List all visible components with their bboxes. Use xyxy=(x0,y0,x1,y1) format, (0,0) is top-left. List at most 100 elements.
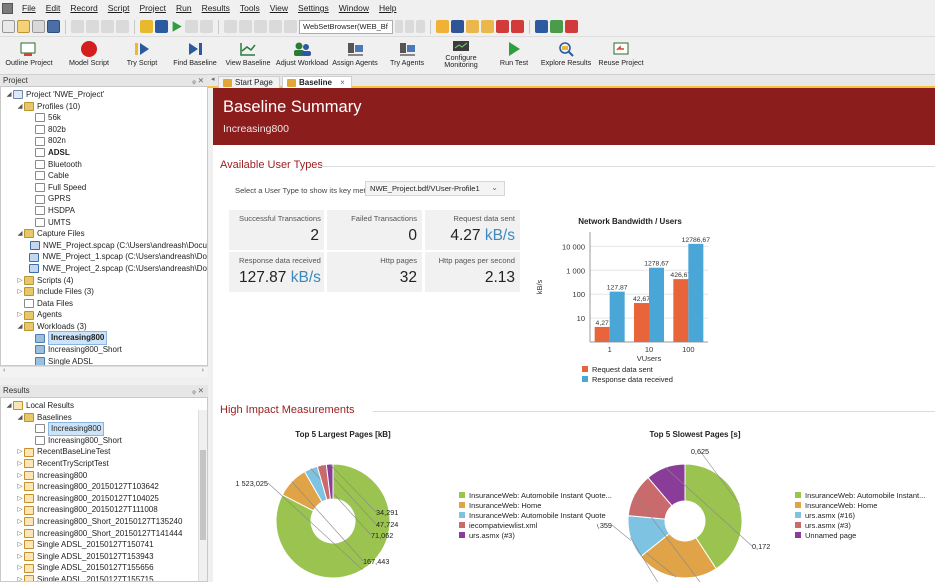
try-agents-button[interactable]: Try Agents xyxy=(386,39,428,67)
horizontal-scrollbar[interactable]: ‹ › xyxy=(0,366,208,377)
clipboard-icon[interactable] xyxy=(254,20,267,33)
tree-item[interactable]: HSDPA xyxy=(1,205,207,217)
tree-item[interactable]: ▷ Increasing800_20150127T103642 xyxy=(1,481,207,493)
tab-scroll-left-icon[interactable]: ◂ xyxy=(211,75,215,83)
find-baseline-button[interactable]: Find Baseline xyxy=(172,39,218,67)
arrow-left-icon[interactable] xyxy=(416,20,425,33)
tree-item[interactable]: ▷ Single ADSL_20150127T150741 xyxy=(1,539,207,551)
outline-project-button[interactable]: Outline Project xyxy=(2,39,56,67)
collapsed-twisty-icon[interactable]: ▷ xyxy=(16,504,24,516)
collapsed-twisty-icon[interactable]: ▷ xyxy=(16,275,24,287)
menu-settings[interactable]: Settings xyxy=(293,0,334,17)
expanded-twisty-icon[interactable]: ◢ xyxy=(5,89,13,101)
collapsed-twisty-icon[interactable]: ▷ xyxy=(16,493,24,505)
results-icon[interactable] xyxy=(436,20,449,33)
menu-file[interactable]: File xyxy=(17,0,41,17)
adjust-workload-button[interactable]: Adjust Workload xyxy=(276,39,328,67)
report-icon[interactable] xyxy=(451,20,464,33)
tree-item[interactable]: ▷ RecentBaseLineTest xyxy=(1,446,207,458)
collapsed-twisty-icon[interactable]: ▷ xyxy=(16,551,24,563)
collapsed-twisty-icon[interactable]: ▷ xyxy=(16,286,24,298)
copy-icon[interactable] xyxy=(86,20,99,33)
collapsed-twisty-icon[interactable]: ▷ xyxy=(16,574,24,581)
tree-item[interactable]: ▷ Agents xyxy=(1,309,207,321)
configure-monitoring-button[interactable]: Configure Monitoring xyxy=(440,39,482,68)
menu-edit[interactable]: Edit xyxy=(41,0,66,17)
tree-item[interactable]: ▷ Increasing800_20150127T104025 xyxy=(1,493,207,505)
tree-item[interactable]: 56k xyxy=(1,112,207,124)
reuse-project-button[interactable]: Reuse Project xyxy=(597,39,645,67)
agent-config-icon[interactable] xyxy=(565,20,578,33)
collapsed-twisty-icon[interactable]: ▷ xyxy=(16,470,24,482)
undo-icon[interactable] xyxy=(224,20,237,33)
menu-record[interactable]: Record xyxy=(65,0,102,17)
cut-icon[interactable] xyxy=(200,20,213,33)
menu-window[interactable]: Window xyxy=(334,0,374,17)
new-project-icon[interactable] xyxy=(32,20,45,33)
collapsed-twisty-icon[interactable]: ▷ xyxy=(16,309,24,321)
menu-run[interactable]: Run xyxy=(171,0,197,17)
tree-item[interactable]: Increasing800 xyxy=(1,422,207,436)
tree-item[interactable]: ▷ Increasing800_20150127T111008 xyxy=(1,504,207,516)
tab-start-page[interactable]: Start Page xyxy=(218,76,280,88)
collapsed-twisty-icon[interactable]: ▷ xyxy=(16,481,24,493)
expanded-twisty-icon[interactable]: ◢ xyxy=(5,400,13,412)
tree-item[interactable]: ◢ Project 'NWE_Project' xyxy=(1,89,207,101)
run-test-button[interactable]: Run Test xyxy=(494,39,534,67)
new-file-icon[interactable] xyxy=(2,20,15,33)
expanded-twisty-icon[interactable]: ◢ xyxy=(16,412,24,424)
tree-item[interactable]: Data Files xyxy=(1,298,207,310)
collapsed-twisty-icon[interactable]: ▷ xyxy=(16,446,24,458)
agent-icon[interactable] xyxy=(550,20,563,33)
collapsed-twisty-icon[interactable]: ▷ xyxy=(16,458,24,470)
tree-item[interactable]: UMTS xyxy=(1,217,207,229)
tree-item[interactable]: ▷ Increasing800_Short_20150127T141444 xyxy=(1,528,207,540)
save-icon[interactable] xyxy=(47,20,60,33)
vertical-scrollbar[interactable] xyxy=(198,410,207,581)
monitor-icon[interactable] xyxy=(535,20,548,33)
menu-help[interactable]: Help xyxy=(374,0,401,17)
tree-item[interactable]: 802b xyxy=(1,124,207,136)
tree-item[interactable]: ▷ Single ADSL_20150127T155715 xyxy=(1,574,207,581)
tree-item[interactable]: NWE_Project_1.spcap (C:\Users\andreash\D… xyxy=(1,251,207,263)
expanded-twisty-icon[interactable]: ◢ xyxy=(16,228,24,240)
tree-item[interactable]: Cable xyxy=(1,170,207,182)
menu-results[interactable]: Results xyxy=(197,0,235,17)
tree-item[interactable]: ▷ Increasing800 xyxy=(1,470,207,482)
tree-item[interactable]: NWE_Project.spcap (C:\Users\andreash\Doc… xyxy=(1,240,207,252)
collapsed-twisty-icon[interactable]: ▷ xyxy=(16,539,24,551)
tree-item[interactable]: Bluetooth xyxy=(1,159,207,171)
play-icon[interactable] xyxy=(172,21,182,32)
tree-item[interactable]: ▷ Include Files (3) xyxy=(1,286,207,298)
error-icon[interactable] xyxy=(511,20,524,33)
collapsed-twisty-icon[interactable]: ▷ xyxy=(16,516,24,528)
tree-item[interactable]: ◢ Profiles (10) xyxy=(1,101,207,113)
tree-item[interactable]: ▷ Single ADSL_20150127T153943 xyxy=(1,551,207,563)
tree-item[interactable]: ▷ Increasing800_Short_20150127T135240 xyxy=(1,516,207,528)
tree-item[interactable]: ◢ Local Results xyxy=(1,400,207,412)
scroll-left-icon[interactable]: ‹ xyxy=(3,367,5,374)
user-type-select[interactable]: NWE_Project.bdf/VUser-Profile1 ⌄ xyxy=(365,181,505,196)
browser-function-combo[interactable]: WebSetBrowser(WEB_Bf xyxy=(299,19,393,34)
expanded-twisty-icon[interactable]: ◢ xyxy=(16,321,24,333)
view-baseline-button[interactable]: View Baseline xyxy=(225,39,271,67)
explore-results-button[interactable]: Explore Results xyxy=(541,39,591,67)
expanded-twisty-icon[interactable]: ◢ xyxy=(16,101,24,113)
tree-item[interactable]: Increasing800_Short xyxy=(1,344,207,356)
menu-project[interactable]: Project xyxy=(135,0,171,17)
menu-tools[interactable]: Tools xyxy=(235,0,265,17)
paste-icon[interactable] xyxy=(101,20,114,33)
tree-item[interactable]: NWE_Project_2.spcap (C:\Users\andreash\D… xyxy=(1,263,207,275)
menu-view[interactable]: View xyxy=(265,0,293,17)
step-over-icon[interactable] xyxy=(185,20,198,33)
close-tab-icon[interactable]: × xyxy=(340,78,345,87)
arrow-right-icon[interactable] xyxy=(405,20,414,33)
find-icon[interactable] xyxy=(269,20,282,33)
record-script-icon[interactable] xyxy=(116,20,129,33)
chevron-down-icon[interactable] xyxy=(395,20,403,33)
menu-script[interactable]: Script xyxy=(103,0,135,17)
scroll-right-icon[interactable]: › xyxy=(202,367,204,374)
tab-baseline[interactable]: Baseline × xyxy=(282,76,352,88)
tree-item[interactable]: ADSL xyxy=(1,147,207,159)
tree-item[interactable]: GPRS xyxy=(1,193,207,205)
